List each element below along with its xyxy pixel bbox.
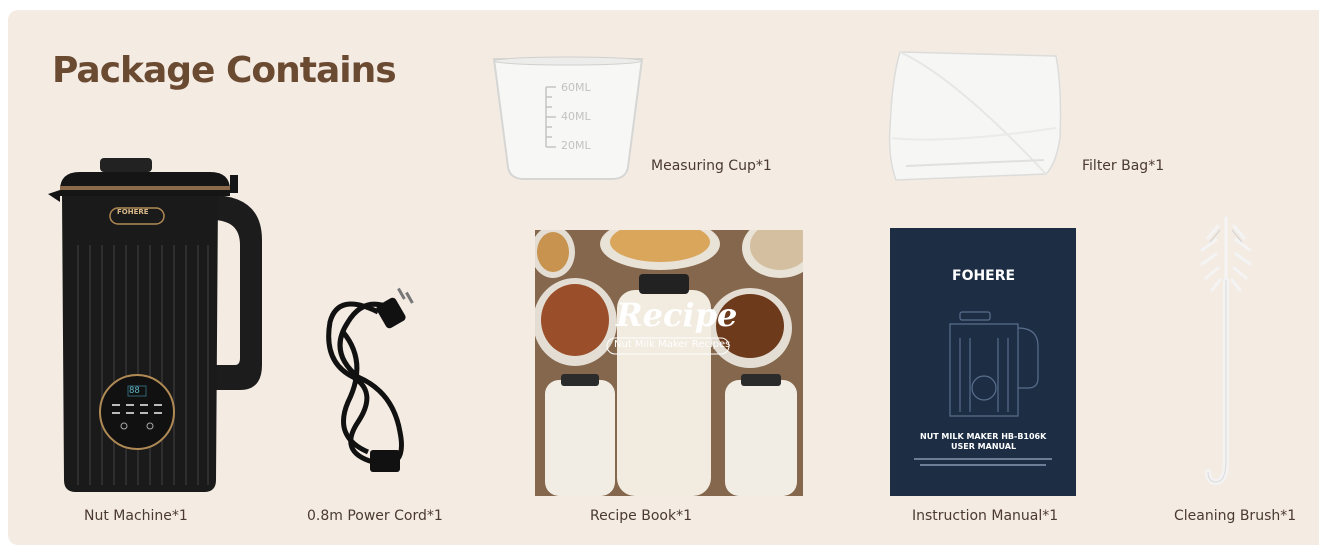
display-readout: 88 — [129, 386, 140, 396]
recipe-book-image — [535, 230, 803, 496]
recipe-book-caption: Recipe Book*1 — [590, 508, 692, 524]
filter-bag-caption: Filter Bag*1 — [1082, 158, 1165, 174]
power-cord-image — [318, 282, 428, 482]
page-title: Package Contains — [52, 50, 397, 91]
cleaning-brush-image — [1190, 210, 1260, 495]
power-cord-caption: 0.8m Power Cord*1 — [307, 508, 443, 524]
brand-label: FOHERE — [117, 208, 149, 216]
filter-bag-image — [886, 48, 1066, 184]
cup-mark-60: 60ML — [561, 81, 591, 94]
recipe-cover-subtitle: Nut Milk Maker Recipes — [614, 339, 731, 350]
cup-mark-20: 20ML — [561, 139, 591, 152]
recipe-cover-title: Recipe — [616, 296, 738, 334]
nut-machine-image — [40, 150, 270, 500]
cup-mark-40: 40ML — [561, 110, 591, 123]
cleaning-brush-caption: Cleaning Brush*1 — [1174, 508, 1297, 524]
manual-subheading: USER MANUAL — [951, 442, 1017, 451]
manual-heading: NUT MILK MAKER HB-B106K — [920, 432, 1047, 441]
instruction-manual-caption: Instruction Manual*1 — [912, 508, 1059, 524]
manual-brand: FOHERE — [952, 268, 1016, 284]
nut-machine-caption: Nut Machine*1 — [84, 508, 188, 524]
measuring-cup-caption: Measuring Cup*1 — [651, 158, 772, 174]
